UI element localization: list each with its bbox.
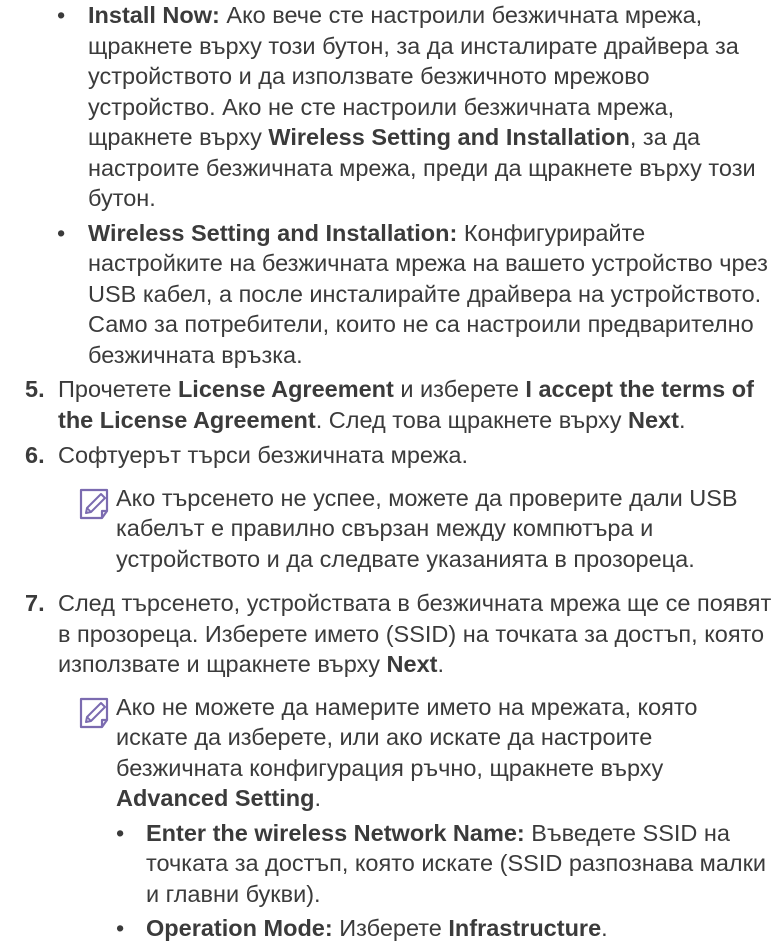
step-text: След търсенето, устройствата в безжичнат… [58, 590, 772, 677]
step-text: Прочетете License Agreement и изберете I… [58, 376, 754, 433]
step-number: 5. [25, 376, 45, 402]
sub-bullet-network-name: • Enter the wireless Network Name: Въвед… [0, 818, 775, 910]
bullet-install-now: • Install Now: Ако вече сте настроили бе… [0, 0, 775, 214]
bullet-text: Enter the wireless Network Name: Въведет… [146, 819, 767, 907]
bullet-marker: • [116, 915, 125, 941]
bullet-text: Wireless Setting and Installation: Конфи… [88, 219, 768, 368]
note-text: Ако търсенето не успее, можете да провер… [116, 484, 738, 572]
note-text: Ако не можете да намерите името на мрежа… [116, 693, 698, 812]
step-text: Софтуерът търси безжичната мрежа. [58, 442, 469, 468]
note-pencil-icon [79, 697, 109, 728]
bullet-wireless-setting: • Wireless Setting and Installation: Кон… [0, 218, 775, 371]
bullet-marker: • [116, 819, 125, 846]
note-step-6: Ако търсенето не успее, можете да провер… [0, 483, 775, 575]
step-7: 7. След търсенето, устройствата в безжич… [0, 588, 775, 680]
bullet-marker: • [57, 219, 66, 246]
step-5: 5. Прочетете License Agreement и изберет… [0, 374, 775, 435]
document-page: • Install Now: Ако вече сте настроили бе… [0, 0, 775, 948]
sub-bullet-operation-mode: • Operation Mode: Изберете Infrastructur… [0, 913, 775, 944]
note-pencil-icon [79, 488, 109, 519]
step-number: 7. [25, 590, 45, 616]
bullet-text: Operation Mode: Изберете Infrastructure. [146, 915, 608, 941]
note-step-7: Ако не можете да намерите името на мрежа… [0, 692, 775, 814]
step-number: 6. [25, 442, 45, 468]
bullet-text: Install Now: Ако вече сте настроили безж… [88, 2, 756, 211]
bullet-marker: • [57, 2, 66, 28]
step-6: 6. Софтуерът търси безжичната мрежа. [0, 440, 775, 471]
